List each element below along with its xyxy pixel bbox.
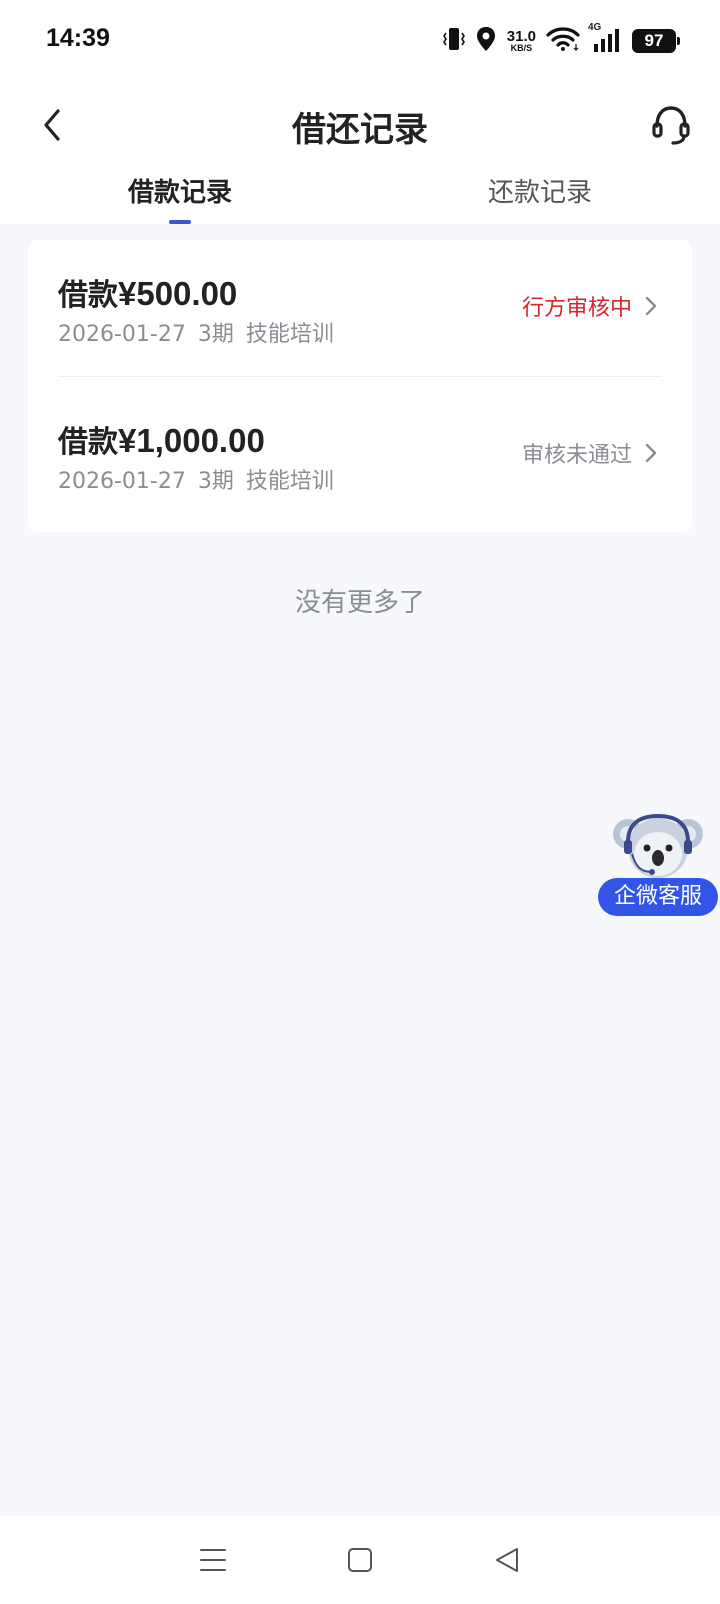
tab-label: 还款记录 bbox=[487, 178, 592, 208]
tab-repayment-records[interactable]: 还款记录 bbox=[360, 170, 720, 224]
loan-date: 2026-01-27 bbox=[58, 469, 186, 494]
list-item[interactable]: 借款¥500.00 2026-01-27 3期 技能培训 行方审核中 bbox=[28, 240, 692, 385]
menu-icon bbox=[200, 1549, 227, 1571]
list-end-text: 没有更多了 bbox=[294, 588, 425, 618]
wecom-service-button[interactable]: 企微客服 bbox=[598, 812, 720, 916]
loan-periods: 3期 bbox=[197, 322, 234, 347]
loan-periods: 3期 bbox=[197, 469, 234, 494]
active-tab-indicator bbox=[169, 220, 191, 224]
status-bar: 14:39 31.0 KB/S 4G 97 bbox=[0, 0, 720, 80]
signal-icon: 4G bbox=[588, 22, 622, 54]
page-title: 借还记录 bbox=[292, 110, 428, 150]
home-square-icon bbox=[347, 1548, 372, 1572]
status-badge: 审核未通过 bbox=[521, 443, 632, 468]
chevron-right-icon bbox=[645, 296, 657, 316]
service-label: 企微客服 bbox=[598, 878, 718, 916]
record-tabs: 借款记录 还款记录 bbox=[0, 170, 720, 224]
list-item[interactable]: 借款¥1,000.00 2026-01-27 3期 技能培训 审核未通过 bbox=[28, 387, 692, 532]
header: 借还记录 bbox=[0, 80, 720, 170]
loan-purpose: 技能培训 bbox=[245, 322, 334, 347]
vibrate-icon bbox=[442, 26, 465, 56]
loan-meta: 2026-01-27 3期 技能培训 bbox=[58, 316, 346, 348]
tab-loan-records[interactable]: 借款记录 bbox=[0, 170, 360, 224]
location-icon bbox=[475, 26, 497, 56]
loan-amount: 借款¥1,000.00 bbox=[58, 422, 265, 460]
loan-purpose: 技能培训 bbox=[245, 469, 334, 494]
loan-meta: 2026-01-27 3期 技能培训 bbox=[58, 463, 346, 495]
system-nav-bar bbox=[0, 1516, 720, 1604]
divider bbox=[58, 376, 662, 377]
wifi-icon bbox=[546, 26, 580, 56]
loan-date: 2026-01-27 bbox=[58, 322, 186, 347]
back-triangle-icon bbox=[495, 1548, 518, 1572]
customer-service-button[interactable] bbox=[644, 98, 698, 152]
records-card: 借款¥500.00 2026-01-27 3期 技能培训 行方审核中 借款¥1,00… bbox=[28, 240, 692, 532]
menu-nav-button[interactable] bbox=[188, 1535, 238, 1585]
loan-status: 行方审核中 bbox=[522, 290, 658, 322]
status-badge: 行方审核中 bbox=[521, 296, 632, 321]
status-time: 14:39 bbox=[46, 24, 110, 52]
net-speed: 31.0 KB/S bbox=[506, 28, 536, 53]
battery-indicator: 97 bbox=[632, 29, 680, 53]
home-nav-button[interactable] bbox=[335, 1535, 385, 1585]
status-icons: 31.0 KB/S 4G 97 bbox=[442, 22, 680, 58]
loan-status: 审核未通过 bbox=[522, 437, 658, 469]
loan-amount: 借款¥500.00 bbox=[58, 275, 238, 313]
tab-label: 借款记录 bbox=[127, 178, 232, 208]
network-type: 4G bbox=[588, 22, 602, 33]
chevron-right-icon bbox=[645, 443, 657, 463]
back-nav-button[interactable] bbox=[482, 1535, 532, 1585]
headset-icon bbox=[652, 106, 690, 145]
